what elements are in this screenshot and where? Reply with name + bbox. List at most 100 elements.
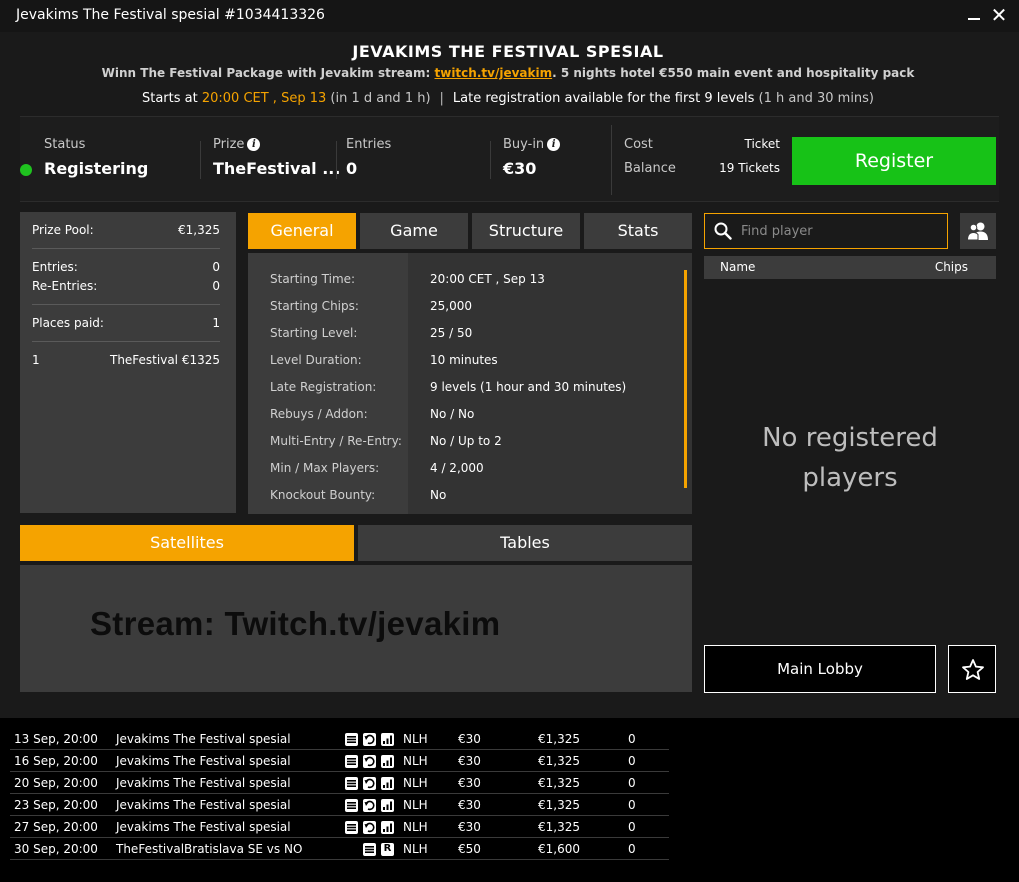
places-paid-value: 1 [212, 316, 220, 330]
detail-value: 20:00 CET , Sep 13 [430, 272, 545, 286]
starts-prefix: Starts at [141, 91, 202, 106]
late-registration-text: Late registration available for the firs… [452, 91, 755, 106]
tab-game[interactable]: Game [360, 213, 468, 249]
detail-value: No / No [430, 407, 475, 421]
chart-icon [380, 754, 395, 769]
list-icon [344, 798, 359, 813]
entries-value: 0 [346, 159, 358, 178]
empty-message-line: players [802, 463, 898, 493]
balance-value: 19 Tickets [719, 161, 780, 175]
tournament-name: Jevakims The Festival spesial [116, 732, 291, 746]
column-name[interactable]: Name [720, 260, 755, 274]
satellites-panel: Stream: Twitch.tv/jevakim [20, 565, 692, 692]
list-icon [344, 776, 359, 791]
tab-general[interactable]: General [248, 213, 356, 249]
detail-label: Starting Level: [270, 326, 358, 340]
close-button[interactable]: ✕ [989, 4, 1009, 26]
buyin-block: Buy-in i €30 [503, 117, 603, 203]
prize-pool-value: €1,325 [178, 223, 220, 237]
undo-icon [362, 820, 377, 835]
stream-banner-text: Stream: Twitch.tv/jevakim [90, 605, 501, 642]
tournament-buyin: €30 [458, 732, 481, 746]
tab-structure[interactable]: Structure [472, 213, 580, 249]
tournament-entries: 0 [628, 776, 636, 790]
tournament-name: Jevakims The Festival spesial [116, 820, 291, 834]
tournament-entries: 0 [628, 798, 636, 812]
tournament-list: 13 Sep, 20:00 Jevakims The Festival spesi… [10, 728, 669, 860]
player-search[interactable] [704, 213, 948, 249]
bottom-tabs: Satellites Tables [20, 525, 692, 561]
tab-stats[interactable]: Stats [584, 213, 692, 249]
detail-label: Level Duration: [270, 353, 362, 367]
friends-button[interactable] [960, 213, 996, 249]
details-scrollbar[interactable] [684, 270, 687, 488]
buyin-info-icon[interactable]: i [547, 138, 561, 151]
rebuy-icon: R [380, 842, 395, 857]
cost-block: Cost Ticket Balance 19 Tickets [624, 117, 784, 203]
player-list-header: Name Chips [704, 256, 996, 279]
list-icon [344, 732, 359, 747]
favorite-button[interactable] [948, 645, 996, 693]
tournament-row[interactable]: 13 Sep, 20:00 Jevakims The Festival spesi… [10, 728, 669, 750]
tournament-entries: 0 [628, 754, 636, 768]
tournament-date: 20 Sep, 20:00 [14, 776, 98, 790]
status-block: Status Registering [20, 117, 200, 203]
detail-value: No [430, 488, 447, 502]
tournament-buyin: €30 [458, 754, 481, 768]
empty-message-line: No registered [762, 423, 938, 453]
tournament-name: Jevakims The Festival spesial [116, 798, 291, 812]
divider [32, 341, 220, 342]
list-icon [344, 754, 359, 769]
tournament-row[interactable]: 16 Sep, 20:00 Jevakims The Festival spesi… [10, 750, 669, 772]
minimize-button[interactable] [966, 6, 982, 24]
detail-label: Late Registration: [270, 380, 377, 394]
description-text: Winn The Festival Package with Jevakim s… [101, 66, 435, 80]
tournament-game: NLH [403, 754, 428, 768]
entries-label: Entries [346, 137, 392, 152]
prize-info-icon[interactable]: i [247, 138, 261, 151]
entries-label: Entries: [32, 260, 78, 274]
start-time: 20:00 CET , Sep 13 [201, 91, 327, 106]
tournament-game: NLH [403, 732, 428, 746]
places-paid-row: Places paid: 1 [32, 316, 220, 330]
register-button[interactable]: Register [792, 137, 996, 185]
tournament-buyin: €50 [458, 842, 481, 856]
detail-value: 4 / 2,000 [430, 461, 484, 475]
tournament-row[interactable]: 20 Sep, 20:00 Jevakims The Festival spesi… [10, 772, 669, 794]
title-bar[interactable]: Jevakims The Festival spesial #103441332… [0, 0, 1019, 32]
tournament-row[interactable]: 30 Sep, 20:00 TheFestivalBratislava SE vs… [10, 838, 669, 860]
info-tabs: General Game Structure Stats [248, 213, 692, 249]
tournament-prize: €1,325 [538, 820, 580, 834]
tournament-window: Jevakims The Festival spesial #103441332… [0, 0, 1019, 718]
tournament-entries: 0 [628, 842, 636, 856]
tournament-entries: 0 [628, 732, 636, 746]
summary-panel: Prize Pool: €1,325 Entries: 0 Re-Entries: 0… [20, 212, 236, 513]
chart-icon [380, 732, 395, 747]
main-lobby-button[interactable]: Main Lobby [704, 645, 936, 693]
tournament-date: 27 Sep, 20:00 [14, 820, 98, 834]
detail-value: 25,000 [430, 299, 472, 313]
reentries-value: 0 [212, 279, 220, 293]
chart-icon [380, 776, 395, 791]
divider [32, 304, 220, 305]
tournament-row[interactable]: 23 Sep, 20:00 Jevakims The Festival spesi… [10, 794, 669, 816]
tournament-date: 30 Sep, 20:00 [14, 842, 98, 856]
tournament-game: NLH [403, 776, 428, 790]
search-input[interactable] [741, 221, 941, 241]
buyin-label: Buy-in i [503, 137, 561, 152]
column-chips[interactable]: Chips [935, 260, 968, 274]
tournament-row[interactable]: 27 Sep, 20:00 Jevakims The Festival spesi… [10, 816, 669, 838]
tournament-name: TheFestivalBratislava SE vs NO [116, 842, 303, 856]
tournament-prize: €1,325 [538, 754, 580, 768]
stream-link[interactable]: twitch.tv/jevakim [435, 66, 553, 80]
places-paid-label: Places paid: [32, 316, 104, 330]
tournament-game: NLH [403, 820, 428, 834]
tab-satellites[interactable]: Satellites [20, 525, 354, 561]
divider [490, 141, 491, 179]
buyin-label-text: Buy-in [503, 137, 545, 152]
tournament-buyin: €30 [458, 798, 481, 812]
detail-label: Rebuys / Addon: [270, 407, 368, 421]
cost-value: Ticket [744, 137, 780, 151]
tab-tables[interactable]: Tables [358, 525, 692, 561]
chart-icon [380, 798, 395, 813]
